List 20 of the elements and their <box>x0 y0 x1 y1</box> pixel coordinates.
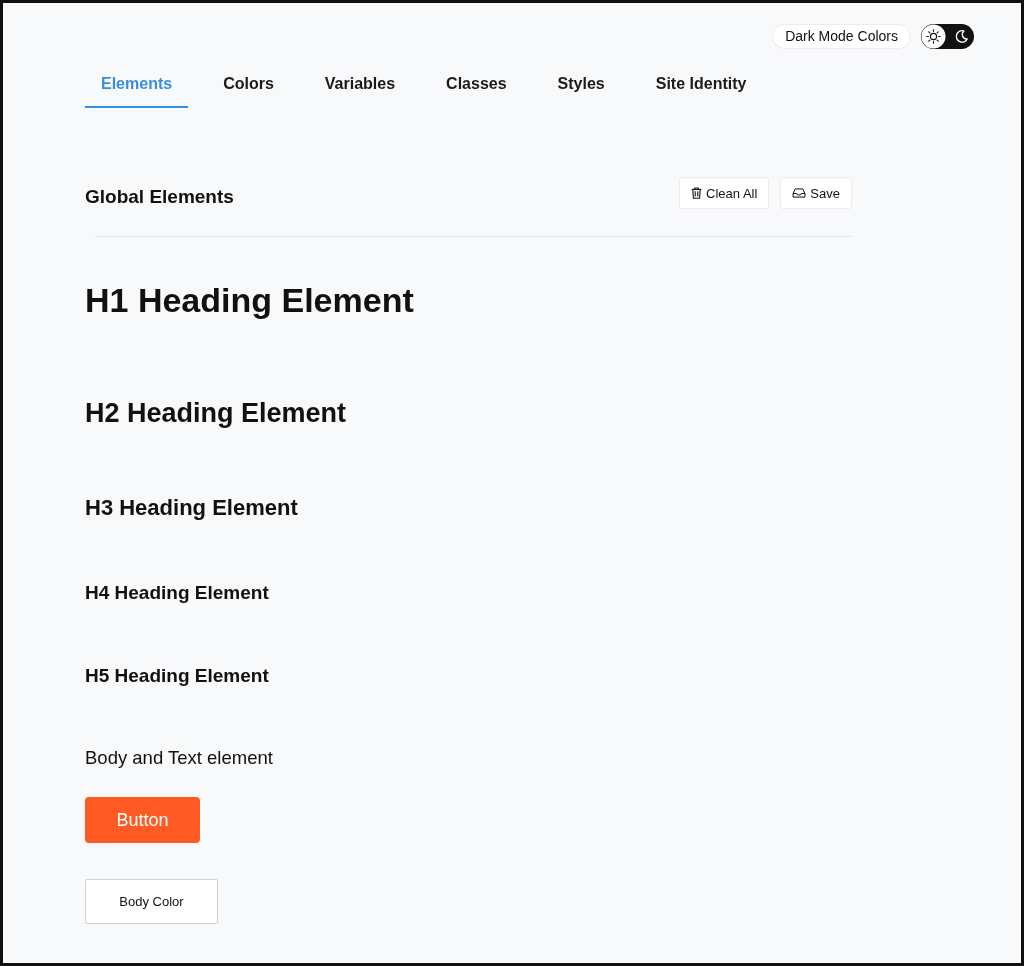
h1-heading: H1 Heading Element <box>85 280 415 320</box>
tab[interactable]: Styles <box>541 64 621 108</box>
section-title: Global Elements <box>85 185 234 209</box>
h3-heading: H3 Heading Element <box>85 495 299 521</box>
tab[interactable]: Classes <box>430 64 523 108</box>
trash-icon <box>691 187 703 199</box>
h4-heading: H4 Heading Element <box>85 582 270 604</box>
sun-icon <box>921 24 946 49</box>
tray-icon <box>792 188 807 198</box>
save-button[interactable]: Save <box>780 177 852 209</box>
body-text: Body and Text element <box>85 747 274 769</box>
dark-mode-toggle[interactable] <box>921 24 974 49</box>
h5-heading: H5 Heading Element <box>85 665 270 687</box>
clean-all-button[interactable]: Clean All <box>679 177 770 209</box>
body-color-button[interactable]: Body Color <box>85 879 218 924</box>
tab[interactable]: Colors <box>207 64 290 108</box>
tab[interactable]: Site Identity <box>639 64 763 108</box>
tab[interactable]: Variables <box>308 64 412 108</box>
h2-heading: H2 Heading Element <box>85 397 348 429</box>
dark-mode-label: Dark Mode Colors <box>772 24 911 49</box>
